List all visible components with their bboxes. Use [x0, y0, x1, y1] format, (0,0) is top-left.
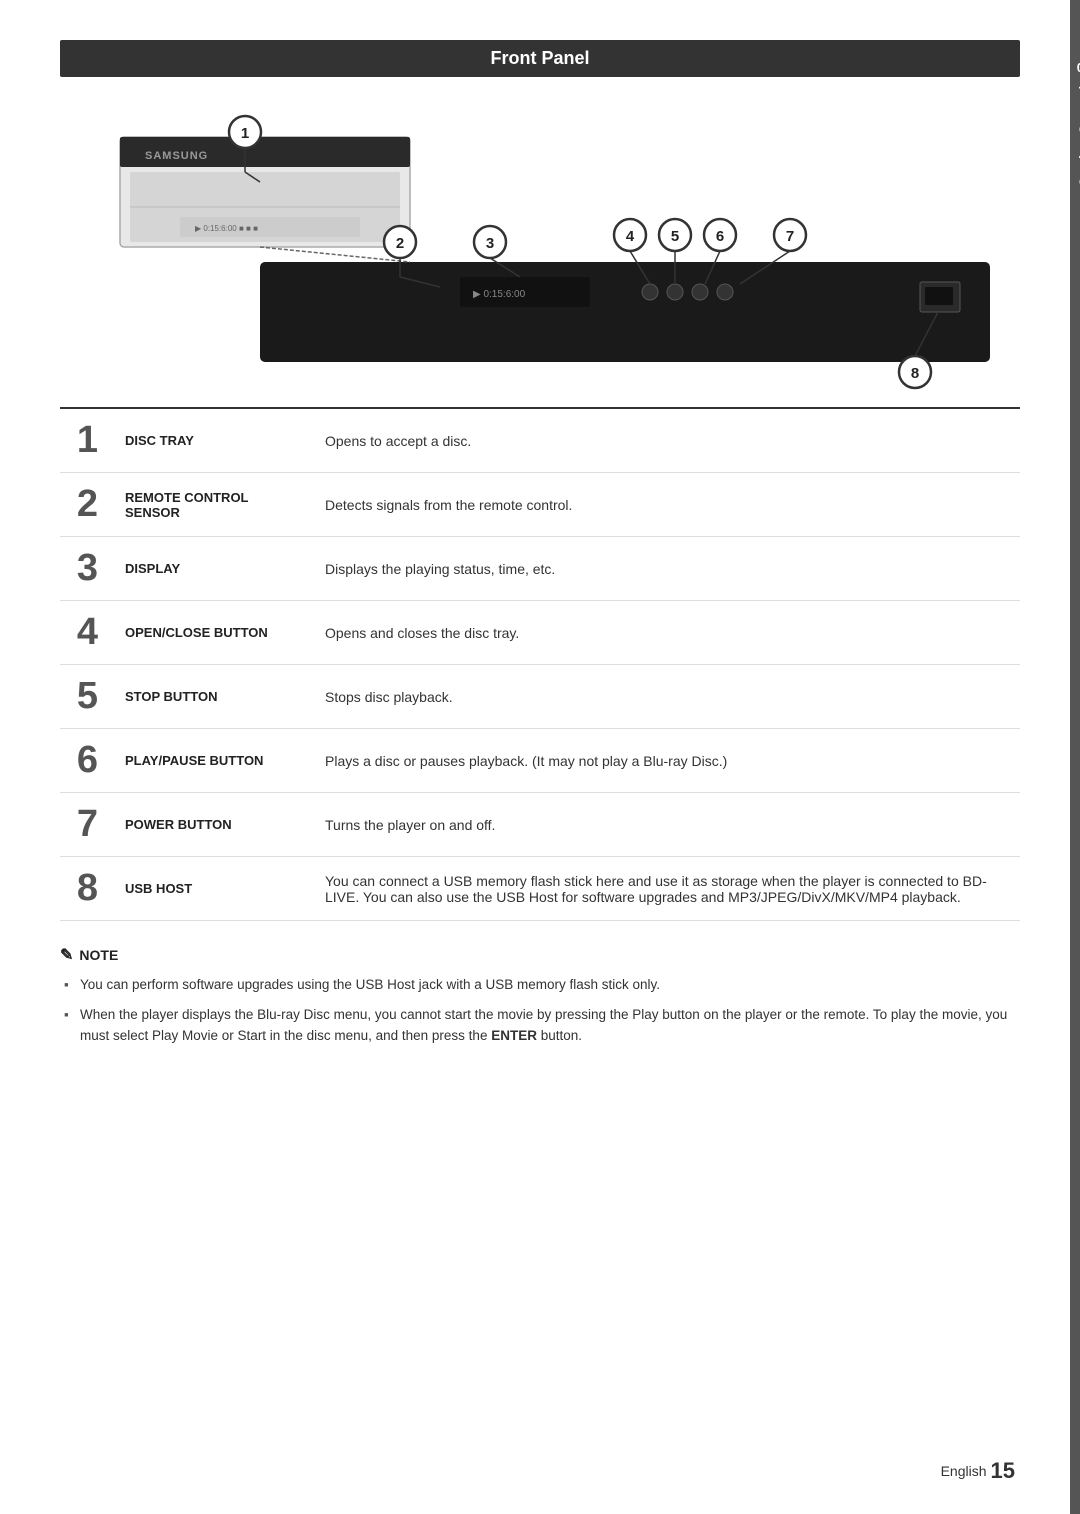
note-item: You can perform software upgrades using … — [60, 975, 1020, 995]
component-description: Displays the playing status, time, etc. — [315, 537, 1020, 601]
component-label: PLAY/PAUSE BUTTON — [115, 729, 315, 793]
component-description: Turns the player on and off. — [315, 793, 1020, 857]
table-row: 1 DISC TRAY Opens to accept a disc. — [60, 408, 1020, 473]
svg-text:7: 7 — [786, 228, 794, 245]
svg-text:6: 6 — [716, 228, 724, 245]
page-number-area: English 15 — [941, 1458, 1015, 1484]
table-row: 8 USB HOST You can connect a USB memory … — [60, 857, 1020, 921]
component-label: DISC TRAY — [115, 408, 315, 473]
component-label: REMOTE CONTROL SENSOR — [115, 473, 315, 537]
svg-text:▶ 0:15:6:00 ■ ■ ■: ▶ 0:15:6:00 ■ ■ ■ — [195, 224, 258, 233]
svg-text:3: 3 — [486, 235, 494, 252]
component-label: OPEN/CLOSE BUTTON — [115, 601, 315, 665]
component-number: 5 — [60, 665, 115, 729]
table-row: 4 OPEN/CLOSE BUTTON Opens and closes the… — [60, 601, 1020, 665]
component-number: 8 — [60, 857, 115, 921]
side-tab: 03 Getting Started — [1070, 0, 1080, 1514]
component-number: 2 — [60, 473, 115, 537]
svg-text:1: 1 — [241, 125, 249, 142]
component-number: 4 — [60, 601, 115, 665]
component-number: 1 — [60, 408, 115, 473]
table-row: 5 STOP BUTTON Stops disc playback. — [60, 665, 1020, 729]
svg-text:2: 2 — [396, 235, 404, 252]
page-number: 15 — [991, 1458, 1015, 1484]
svg-text:5: 5 — [671, 228, 679, 245]
svg-text:4: 4 — [626, 228, 635, 245]
component-label: USB HOST — [115, 857, 315, 921]
front-panel-section: Front Panel SAMSUNG ▶ 0:15:6:00 ■ — [60, 40, 1020, 387]
component-number: 7 — [60, 793, 115, 857]
component-description: Opens to accept a disc. — [315, 408, 1020, 473]
note-title: ✎ NOTE — [60, 945, 1020, 965]
component-description: Opens and closes the disc tray. — [315, 601, 1020, 665]
page-label: English — [941, 1463, 987, 1479]
component-label: POWER BUTTON — [115, 793, 315, 857]
svg-text:8: 8 — [911, 365, 919, 382]
component-description: Plays a disc or pauses playback. (It may… — [315, 729, 1020, 793]
note-icon: ✎ — [60, 945, 73, 965]
component-label: DISPLAY — [115, 537, 315, 601]
table-row: 6 PLAY/PAUSE BUTTON Plays a disc or paus… — [60, 729, 1020, 793]
component-number: 3 — [60, 537, 115, 601]
component-description: Stops disc playback. — [315, 665, 1020, 729]
table-row: 7 POWER BUTTON Turns the player on and o… — [60, 793, 1020, 857]
component-number: 6 — [60, 729, 115, 793]
note-label: NOTE — [79, 947, 118, 963]
note-item: When the player displays the Blu-ray Dis… — [60, 1005, 1020, 1046]
section-header: Front Panel — [60, 40, 1020, 77]
svg-text:▶ 0:15:6:00: ▶ 0:15:6:00 — [473, 289, 526, 300]
component-label: STOP BUTTON — [115, 665, 315, 729]
component-description: You can connect a USB memory flash stick… — [315, 857, 1020, 921]
components-table: 1 DISC TRAY Opens to accept a disc. 2 RE… — [60, 407, 1020, 921]
svg-text:SAMSUNG: SAMSUNG — [145, 150, 208, 162]
note-section: ✎ NOTE You can perform software upgrades… — [60, 945, 1020, 1046]
table-row: 3 DISPLAY Displays the playing status, t… — [60, 537, 1020, 601]
main-content: Front Panel SAMSUNG ▶ 0:15:6:00 ■ — [0, 0, 1070, 1514]
device-illustration: SAMSUNG ▶ 0:15:6:00 ■ ■ ■ ▶ 0:15:6:00 — [60, 87, 1020, 387]
table-row: 2 REMOTE CONTROL SENSOR Detects signals … — [60, 473, 1020, 537]
component-description: Detects signals from the remote control. — [315, 473, 1020, 537]
